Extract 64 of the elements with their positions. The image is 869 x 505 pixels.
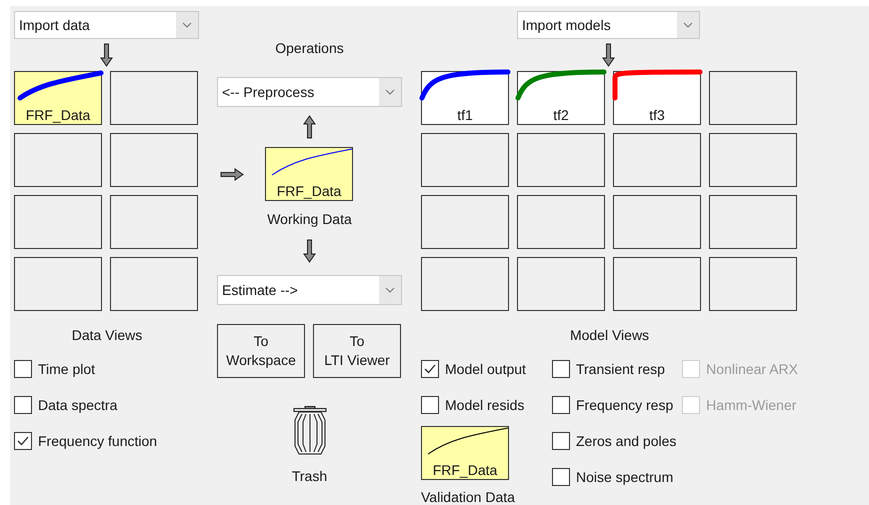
checkbox[interactable]: Model resids — [421, 387, 552, 423]
empty-tile[interactable] — [14, 257, 102, 311]
checkbox[interactable]: Time plot — [14, 351, 200, 387]
empty-tile[interactable] — [709, 195, 797, 249]
checkbox[interactable]: Frequency function — [14, 423, 200, 459]
section-title: Model Views — [570, 327, 650, 343]
empty-tile[interactable] — [421, 133, 509, 187]
empty-tile[interactable] — [14, 133, 102, 187]
preprocess-dropdown[interactable]: <-- Preprocess — [217, 77, 402, 107]
checkbox[interactable]: Noise spectrum — [552, 459, 682, 495]
trash-label: Trash — [292, 468, 328, 484]
estimate-dropdown[interactable]: Estimate --> — [217, 275, 402, 305]
empty-tile[interactable] — [110, 195, 198, 249]
empty-tile[interactable] — [517, 133, 605, 187]
down-arrow-icon — [303, 239, 316, 263]
checkbox[interactable]: Zeros and poles — [552, 423, 682, 459]
tile-label: FRF_Data — [432, 461, 498, 479]
empty-tile[interactable] — [613, 133, 701, 187]
tile-caption: Working Data — [267, 211, 352, 227]
chevron-icon — [182, 22, 192, 28]
empty-tile[interactable] — [110, 257, 198, 311]
data-tile[interactable]: FRF_Data — [14, 71, 102, 125]
tile-label: FRF_Data — [26, 106, 90, 124]
chevron-icon — [385, 287, 395, 293]
empty-tile[interactable] — [14, 195, 102, 249]
empty-tile[interactable] — [709, 71, 797, 125]
empty-tile[interactable] — [110, 71, 198, 125]
down-arrow-icon — [100, 43, 113, 67]
chevron-icon — [683, 22, 693, 28]
tile-caption: Validation Data — [421, 489, 515, 505]
up-arrow-icon — [303, 115, 316, 139]
model-tile[interactable]: tf3 — [613, 71, 701, 125]
import-models-dropdown[interactable]: Import models — [517, 11, 700, 39]
checkbox[interactable]: Transient resp — [552, 351, 682, 387]
data-tile[interactable]: FRF_Data — [421, 426, 509, 480]
section-title: Data Views — [72, 327, 142, 343]
down-arrow-icon — [602, 43, 615, 67]
model-tile[interactable]: tf2 — [517, 71, 605, 125]
chevron-icon — [385, 89, 395, 95]
empty-tile[interactable] — [613, 195, 701, 249]
model-tile[interactable]: tf1 — [421, 71, 509, 125]
empty-tile[interactable] — [517, 195, 605, 249]
checkbox[interactable]: Frequency resp — [552, 387, 682, 423]
check-icon — [424, 364, 436, 374]
import-data-dropdown[interactable]: Import data — [14, 11, 199, 39]
checkbox[interactable]: Model output — [421, 351, 552, 387]
export-button[interactable]: To LTI Viewer — [313, 324, 401, 378]
empty-tile[interactable] — [613, 257, 701, 311]
check-icon — [17, 436, 29, 446]
empty-tile[interactable] — [709, 133, 797, 187]
empty-tile[interactable] — [709, 257, 797, 311]
empty-tile[interactable] — [421, 195, 509, 249]
data-tile[interactable]: FRF_Data — [265, 147, 353, 201]
export-button[interactable]: To Workspace — [217, 324, 305, 378]
section-title: Operations — [275, 40, 344, 56]
checkbox[interactable]: Data spectra — [14, 387, 200, 423]
empty-tile[interactable] — [110, 133, 198, 187]
tile-label: FRF_Data — [276, 182, 342, 200]
right-arrow-icon — [220, 168, 244, 180]
empty-tile[interactable] — [517, 257, 605, 311]
empty-tile[interactable] — [421, 257, 509, 311]
tile-label: tf2 — [553, 106, 569, 124]
tile-label: tf3 — [649, 106, 665, 124]
tile-label: tf1 — [457, 106, 473, 124]
